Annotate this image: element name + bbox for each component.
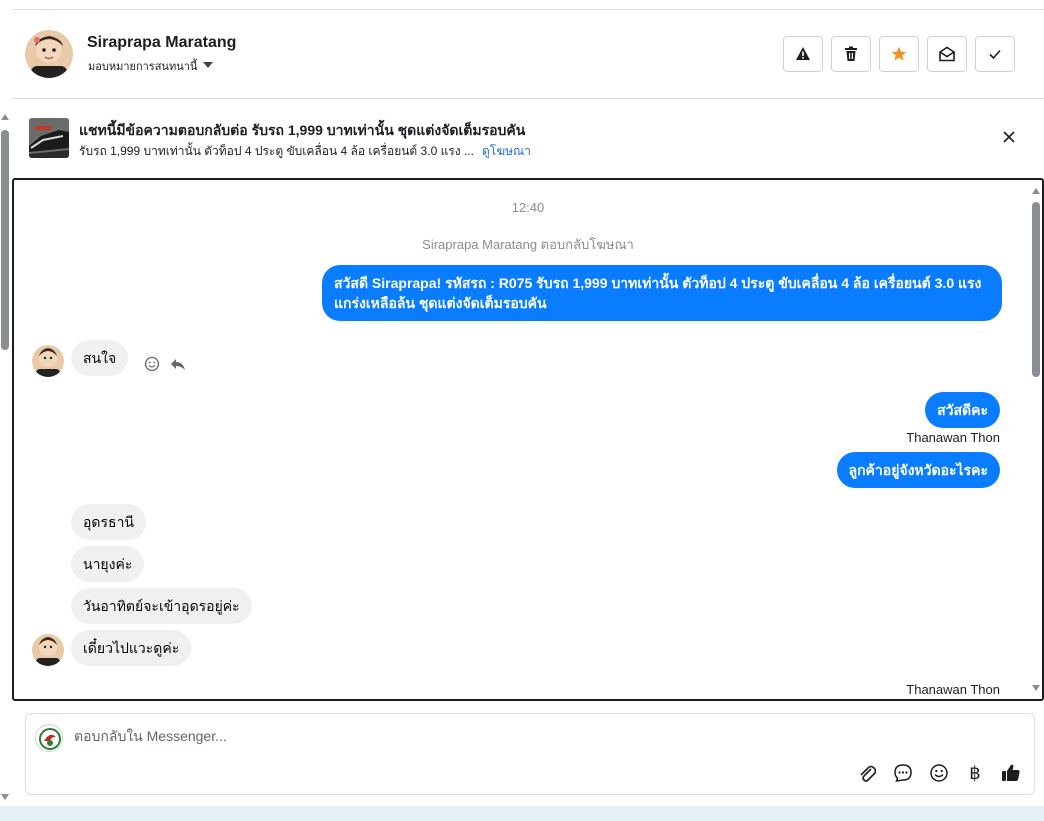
reply-composer: ฿ [25,713,1035,795]
message-timestamp: 12:40 [511,200,545,215]
assign-conversation-dropdown[interactable]: มอบหมายการสนทนานี้ [88,57,214,75]
assign-label: มอบหมายการสนทนานี้ [88,61,198,73]
attach-file-button[interactable] [856,762,878,784]
payment-button[interactable]: ฿ [964,762,986,784]
warning-icon [796,47,810,60]
incoming-message-bubble[interactable]: สนใจ [71,340,129,376]
close-banner-button[interactable] [1002,130,1016,144]
message-actions [144,356,186,372]
envelope-open-icon [939,46,955,62]
incoming-message-bubble[interactable]: เดี๋ยวไปแวะดูค่ะ [71,630,192,666]
sender-name: Thanawan Thon [906,682,1000,697]
page-scrollbar[interactable] [0,110,12,800]
reply-input[interactable] [74,728,874,744]
ad-subtitle: รับรถ 1,999 บาทเท่านั้น ตัวท็อป 4 ประตู … [79,142,531,161]
ad-context-banner: แชทนี้มีข้อความตอบกลับต่อ รับรถ 1,999 บา… [12,100,1044,176]
baht-icon: ฿ [969,762,981,783]
thread-scrollbar-thumb[interactable] [1032,202,1040,377]
sender-name: Thanawan Thon [906,430,1000,445]
trash-icon [845,46,857,61]
header-actions [783,36,1015,72]
mark-spam-button[interactable] [783,36,823,72]
page-avatar [35,724,63,752]
mark-unread-button[interactable] [927,36,967,72]
outgoing-message-bubble[interactable]: สวัสดี Siraprapa! รหัสรถ : R075 รับรถ 1,… [322,265,1002,321]
scroll-down-arrow-icon[interactable] [1,794,9,800]
star-button[interactable] [879,36,919,72]
paperclip-icon [860,765,876,782]
scrollbar-thumb[interactable] [1,130,9,350]
incoming-message-bubble[interactable]: นายุงค่ะ [71,546,145,582]
ad-thumbnail[interactable] [29,118,69,158]
ad-title: แชทนี้มีข้อความตอบกลับต่อ รับรถ 1,999 บา… [79,122,526,138]
contact-avatar-small[interactable] [32,634,64,666]
emoji-icon [930,764,948,782]
outgoing-message-bubble[interactable]: ลูกค้าอยู่จังหวัดอะไรคะ [836,452,1000,488]
contact-avatar[interactable] [25,30,73,78]
close-icon [1003,131,1015,143]
caret-down-icon [203,62,214,68]
bottom-background-strip [0,806,1044,821]
send-like-button[interactable] [1000,762,1022,784]
view-ad-link[interactable]: ดูโฆษณา [482,144,531,158]
check-icon [989,49,1001,60]
thread-scroll-down-icon[interactable] [1032,685,1040,691]
ad-description: รับรถ 1,999 บาทเท่านั้น ตัวท็อป 4 ประตู … [79,144,474,158]
saved-replies-button[interactable] [892,762,914,784]
mark-done-button[interactable] [975,36,1015,72]
incoming-message-bubble[interactable]: วันอาทิตย์จะเข้าอุดรอยู่ค่ะ [71,588,252,624]
thumbs-up-icon [1002,764,1020,781]
outgoing-message-bubble[interactable]: สวัสดีคะ [925,392,1000,428]
reply-icon[interactable] [170,356,186,372]
star-icon [891,46,907,61]
message-thread[interactable]: 12:40 Siraprapa Maratang ตอบกลับโฆษณา สว… [12,178,1044,701]
chat-bubble-icon [894,764,912,782]
contact-name[interactable]: Siraprapa Maratang [87,34,236,52]
emoji-react-icon[interactable] [144,356,160,372]
conversation-header: Siraprapa Maratang มอบหมายการสนทนานี้ [12,10,1044,99]
scroll-up-arrow-icon[interactable] [1,114,9,120]
contact-avatar-small[interactable] [32,345,64,377]
thread-scrollbar[interactable] [1030,180,1042,699]
thread-scroll-up-icon[interactable] [1032,188,1040,194]
composer-toolbar: ฿ [856,762,1022,784]
ad-reply-note: Siraprapa Maratang ตอบกลับโฆษณา [422,237,634,252]
inbox-conversation-page: Siraprapa Maratang มอบหมายการสนทนานี้ แช… [0,0,1044,821]
emoji-button[interactable] [928,762,950,784]
incoming-message-bubble[interactable]: อุดรธานี [71,504,146,540]
delete-button[interactable] [831,36,871,72]
